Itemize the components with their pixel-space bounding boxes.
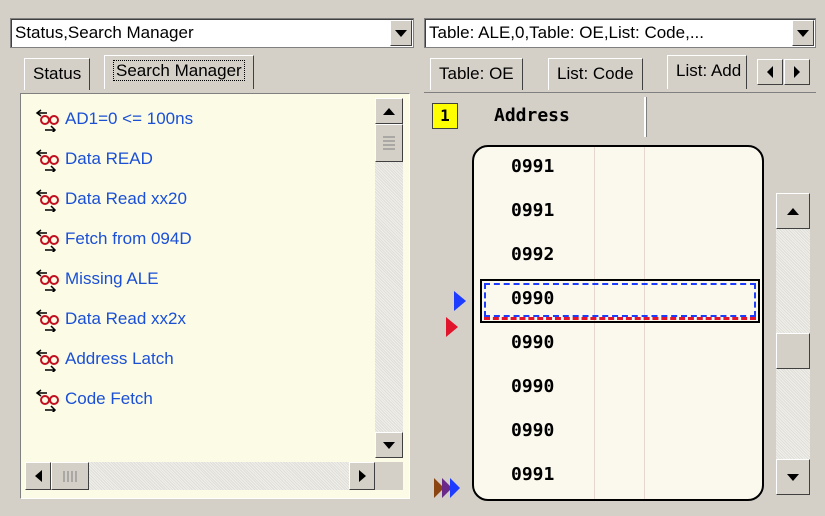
vertical-scrollbar[interactable] xyxy=(375,98,403,458)
address-row[interactable]: 0990 xyxy=(474,411,644,455)
view-selector-combo[interactable]: Status,Search Manager xyxy=(10,18,414,48)
scroll-thumb[interactable] xyxy=(375,124,403,162)
scroll-thumb[interactable] xyxy=(776,333,810,369)
search-item[interactable]: Address Latch xyxy=(35,346,174,376)
search-item-label: Address Latch xyxy=(65,349,174,368)
search-manager-list[interactable]: AD1=0 <= 100ns Data READ Data Read xx20 Fet… xyxy=(20,93,410,499)
address-row[interactable]: 0992 xyxy=(474,235,644,279)
search-item[interactable]: Data Read xx2x xyxy=(35,306,186,336)
address-rows-frame[interactable]: 0991 0991 0992 0990 0990 0990 0990 0991 xyxy=(472,145,764,501)
address-value: 0991 xyxy=(511,156,555,177)
address-value: 0990 xyxy=(511,332,555,353)
search-binoculars-icon xyxy=(35,109,59,132)
selected-row-red-line xyxy=(484,317,756,320)
window-selector-combo[interactable]: Table: ALE,0,Table: OE,List: Code,... xyxy=(424,18,816,48)
search-item[interactable]: AD1=0 <= 100ns xyxy=(35,106,193,136)
address-value: 0990 xyxy=(511,420,555,441)
scroll-right-button[interactable] xyxy=(349,462,375,490)
column-divider xyxy=(644,147,645,499)
column-index-badge[interactable]: 1 xyxy=(432,103,458,129)
scroll-down-button[interactable] xyxy=(375,432,403,458)
address-value: 0991 xyxy=(511,200,555,221)
column-header-label: Address xyxy=(494,105,570,126)
chevron-down-icon xyxy=(395,30,407,37)
address-list-pane: 1 Address 0991 0991 0992 0990 0990 0990 0990 09… xyxy=(424,92,816,504)
offscreen-markers-icon xyxy=(434,478,460,498)
selected-row-blue-dashes xyxy=(484,283,756,317)
grip-lines-icon xyxy=(383,136,395,150)
tab-search-manager[interactable]: Search Manager xyxy=(104,55,254,89)
search-item-label: Fetch from 094D xyxy=(65,229,192,248)
address-row[interactable]: 0990 xyxy=(474,367,644,411)
address-value: 0992 xyxy=(511,244,555,265)
red-cursor-marker-icon xyxy=(446,317,458,337)
horizontal-scrollbar[interactable] xyxy=(25,462,375,490)
search-binoculars-icon xyxy=(35,189,59,212)
arrow-down-icon xyxy=(787,474,799,481)
search-binoculars-icon xyxy=(35,309,59,332)
address-value: 0991 xyxy=(511,464,555,485)
horizontal-scroll-thumb[interactable] xyxy=(51,462,89,490)
search-binoculars-icon xyxy=(35,389,59,412)
address-vertical-scrollbar[interactable] xyxy=(776,193,810,495)
scroll-up-button[interactable] xyxy=(375,98,403,124)
view-selector-value: Status,Search Manager xyxy=(15,23,194,42)
arrow-up-icon xyxy=(383,108,395,115)
arrow-right-icon xyxy=(359,470,366,482)
search-item-label: Data Read xx20 xyxy=(65,189,187,208)
scroll-left-button[interactable] xyxy=(25,462,51,490)
window-selector-value: Table: ALE,0,Table: OE,List: Code,... xyxy=(429,23,704,42)
search-item-label: Data Read xx2x xyxy=(65,309,186,328)
search-item-label: AD1=0 <= 100ns xyxy=(65,109,194,128)
search-item-label: Missing ALE xyxy=(65,269,159,288)
chevron-down-icon xyxy=(797,30,809,37)
address-row[interactable]: 0991 xyxy=(474,191,644,235)
search-item-label: Code Fetch xyxy=(65,389,153,408)
search-binoculars-icon xyxy=(35,269,59,292)
address-row[interactable]: 0991 xyxy=(474,455,644,499)
grip-lines-icon xyxy=(63,471,77,482)
search-item[interactable]: Code Fetch xyxy=(35,386,153,416)
arrow-left-icon xyxy=(35,470,42,482)
column-header-address[interactable]: Address xyxy=(468,97,646,137)
tab-list-address[interactable]: List: Add xyxy=(667,55,747,89)
search-binoculars-icon xyxy=(35,349,59,372)
scroll-down-button[interactable] xyxy=(776,459,810,495)
tab-scroll-right-button[interactable] xyxy=(784,59,810,85)
view-selector-dropdown-button[interactable] xyxy=(390,20,412,46)
tab-scroll-left-button[interactable] xyxy=(757,59,783,85)
tab-search-manager-label: Search Manager xyxy=(113,60,245,81)
search-item-label: Data READ xyxy=(65,149,153,168)
tab-list-code[interactable]: List: Code xyxy=(548,58,643,90)
address-row[interactable]: 0990 xyxy=(474,323,644,367)
arrow-up-icon xyxy=(787,208,799,215)
search-item[interactable]: Data READ xyxy=(35,146,153,176)
search-item[interactable]: Data Read xx20 xyxy=(35,186,187,216)
search-binoculars-icon xyxy=(35,149,59,172)
search-item[interactable]: Missing ALE xyxy=(35,266,159,296)
scrollbar-corner xyxy=(375,462,403,490)
blue-cursor-marker-icon xyxy=(454,291,466,311)
arrow-left-icon xyxy=(767,66,773,78)
search-binoculars-icon xyxy=(35,229,59,252)
tab-status[interactable]: Status xyxy=(24,58,91,90)
scroll-up-button[interactable] xyxy=(776,193,810,229)
window-selector-dropdown-button[interactable] xyxy=(792,20,814,46)
address-row[interactable]: 0991 xyxy=(474,147,644,191)
arrow-right-icon xyxy=(794,66,800,78)
arrow-down-icon xyxy=(383,442,395,449)
tab-table-oe[interactable]: Table: OE xyxy=(430,58,523,90)
address-value: 0990 xyxy=(511,376,555,397)
search-item[interactable]: Fetch from 094D xyxy=(35,226,192,256)
